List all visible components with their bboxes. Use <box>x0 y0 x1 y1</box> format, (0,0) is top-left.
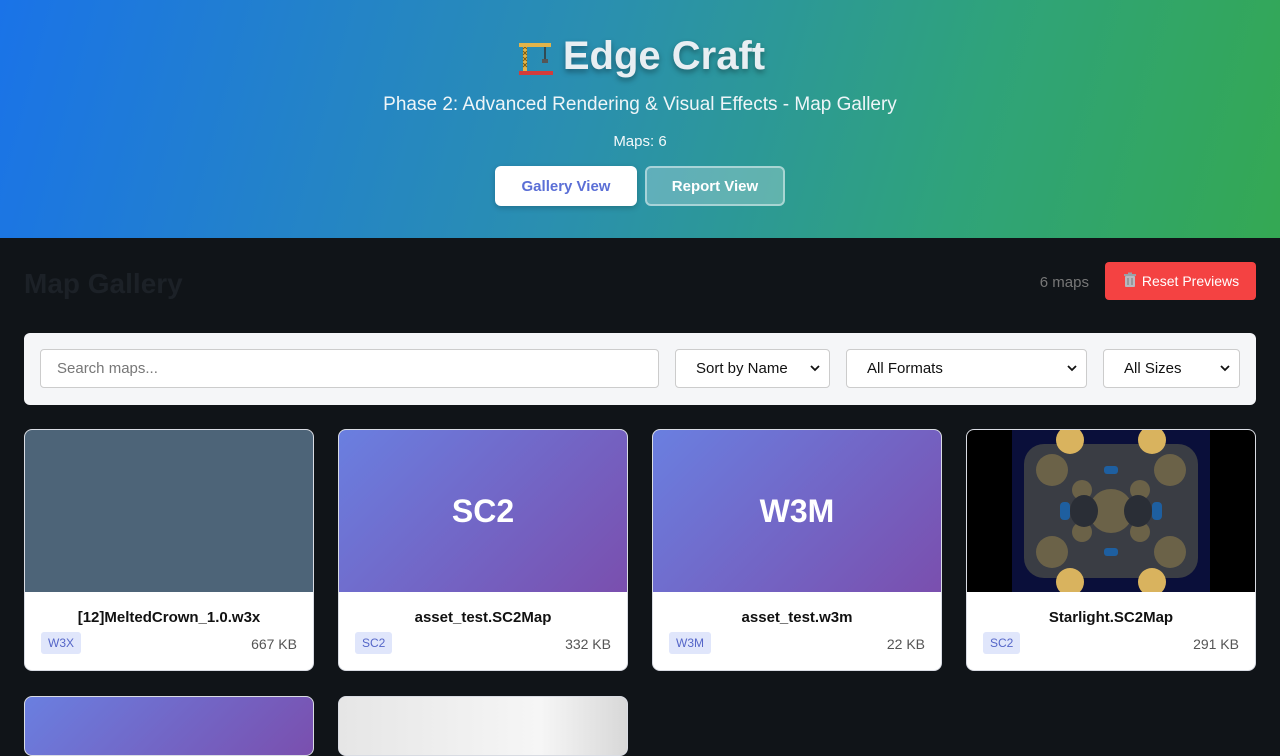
app-subtitle: Phase 2: Advanced Rendering & Visual Eff… <box>383 94 897 115</box>
gallery-view-button[interactable]: Gallery View <box>495 166 637 206</box>
file-size: 291 KB <box>1193 636 1239 652</box>
sort-select[interactable]: Sort by Name <box>675 349 830 388</box>
reset-previews-button[interactable]: Reset Previews <box>1105 262 1256 300</box>
map-preview-image <box>1012 430 1210 592</box>
map-name: asset_test.w3m <box>741 609 853 626</box>
file-size: 332 KB <box>565 636 611 652</box>
trash-icon <box>1122 272 1138 291</box>
format-badge: SC2 <box>983 632 1021 654</box>
reset-previews-label: Reset Previews <box>1141 273 1240 289</box>
report-view-button[interactable]: Report View <box>645 166 785 206</box>
construction-crane-icon <box>515 37 555 77</box>
map-card[interactable]: SC2 asset_test.SC2Map SC2 332 KB <box>338 429 628 671</box>
size-select-value: All Sizes <box>1124 360 1182 377</box>
app-header: Edge Craft Phase 2: Advanced Rendering &… <box>0 0 1280 238</box>
sort-select-value: Sort by Name <box>696 360 788 377</box>
map-count-label: 6 maps <box>1039 274 1089 291</box>
format-badge: W3M <box>669 632 711 654</box>
search-input[interactable]: Search maps... <box>40 349 659 388</box>
chevron-down-icon <box>810 365 820 372</box>
filter-bar: Search maps... Sort by Name All Formats … <box>24 333 1256 405</box>
map-thumbnail: W3M <box>653 430 941 592</box>
map-name: [12]MeltedCrown_1.0.w3x <box>77 609 261 626</box>
map-card[interactable]: W3M asset_test.w3m W3M 22 KB <box>652 429 942 671</box>
view-switcher: Gallery View Report View <box>0 166 1280 206</box>
format-badge: W3X <box>41 632 82 654</box>
map-card[interactable] <box>24 696 314 756</box>
map-card[interactable]: Starlight.SC2Map SC2 291 KB <box>966 429 1256 671</box>
map-name: Starlight.SC2Map <box>1048 609 1174 626</box>
file-size: 22 KB <box>886 636 925 652</box>
maps-count: Maps: 6 <box>613 133 667 150</box>
format-select[interactable]: All Formats <box>846 349 1087 388</box>
file-size: 667 KB <box>251 636 297 652</box>
map-thumbnail: SC2 <box>339 430 627 592</box>
size-select[interactable]: All Sizes <box>1103 349 1240 388</box>
gallery-header: Map Gallery 6 maps Reset Previews <box>24 262 1256 302</box>
map-card[interactable] <box>338 696 628 756</box>
map-name: asset_test.SC2Map <box>414 609 552 626</box>
app-title: Edge Craft <box>0 34 1280 79</box>
app-title-text: Edge Craft <box>562 34 766 78</box>
map-thumbnail <box>25 430 313 592</box>
map-thumbnail <box>967 430 1255 592</box>
format-badge: SC2 <box>355 632 393 654</box>
format-select-value: All Formats <box>867 360 943 377</box>
chevron-down-icon <box>1220 365 1230 372</box>
map-card[interactable]: [12]MeltedCrown_1.0.w3x W3X 667 KB <box>24 429 314 671</box>
gallery-title: Map Gallery <box>24 268 183 299</box>
chevron-down-icon <box>1067 365 1077 372</box>
